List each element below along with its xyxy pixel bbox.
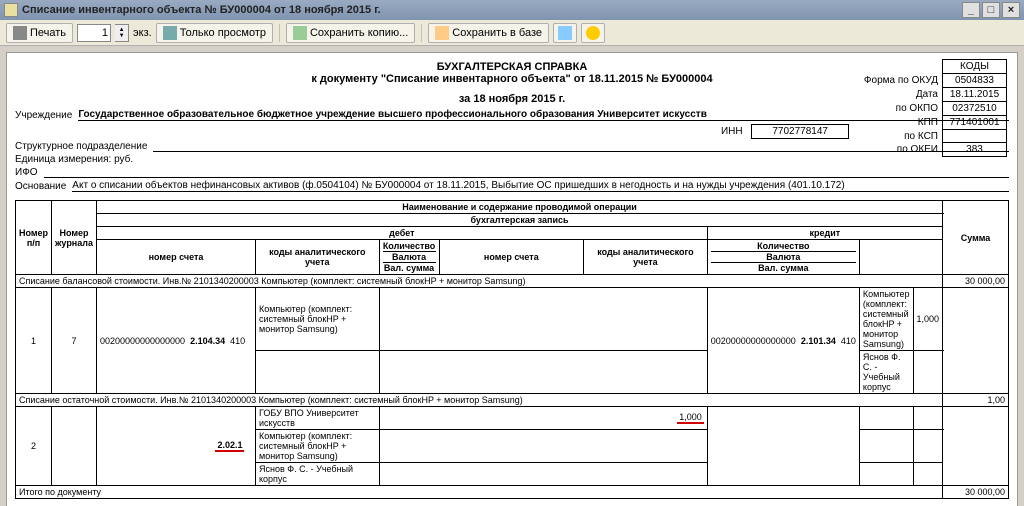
refresh-icon [558,26,572,40]
inn-value: 7702778147 [751,124,849,139]
window-title: Списание инвентарного объекта № БУ000004… [22,4,381,16]
codes-block: КОДЫ Форма по ОКУД0504833 Дата18.11.2015… [860,59,1007,157]
database-icon [435,26,449,40]
section-1: Списание балансовой стоимости. Инв.№ 210… [16,275,1009,288]
help-button[interactable] [581,23,605,43]
print-button[interactable]: Печать [6,23,73,43]
copies-stepper[interactable]: ▲▼ [115,24,129,42]
view-only-button[interactable]: Только просмотр [156,23,273,43]
row-2: 2 2.02.1 ГОБУ ВПО Университет искусств 1… [16,407,1009,430]
refresh-button[interactable] [553,23,577,43]
total-row: Итого по документу 30 000,00 [16,486,1009,499]
document-area[interactable]: КОДЫ Форма по ОКУД0504833 Дата18.11.2015… [0,46,1024,506]
minimize-button[interactable]: _ [962,2,980,18]
maximize-button[interactable]: □ [982,2,1000,18]
help-icon [586,26,600,40]
copies-input[interactable]: 1 [77,24,111,42]
document-page: КОДЫ Форма по ОКУД0504833 Дата18.11.2015… [6,52,1018,506]
close-button[interactable]: × [1002,2,1020,18]
entries-table: Номер п/п Номер журнала Наименование и с… [15,200,1009,499]
save-db-button[interactable]: Сохранить в базе [428,23,549,43]
section-2: Списание остаточной стоимости. Инв.№ 210… [16,394,1009,407]
eye-icon [163,26,177,40]
row-1: 1 7 00200000000000000 2.104.34 410 Компь… [16,288,1009,351]
copies-unit: экз. [133,27,152,39]
app-icon [4,3,18,17]
title-bar[interactable]: Списание инвентарного объекта № БУ000004… [0,0,1024,20]
printer-icon [13,26,27,40]
basis-value: Акт о списании объектов нефинансовых акт… [72,180,1009,192]
save-icon [293,26,307,40]
toolbar: Печать 1 ▲▼ экз. Только просмотр Сохрани… [0,20,1024,46]
app-window: Списание инвентарного объекта № БУ000004… [0,0,1024,506]
save-copy-button[interactable]: Сохранить копию... [286,23,415,43]
